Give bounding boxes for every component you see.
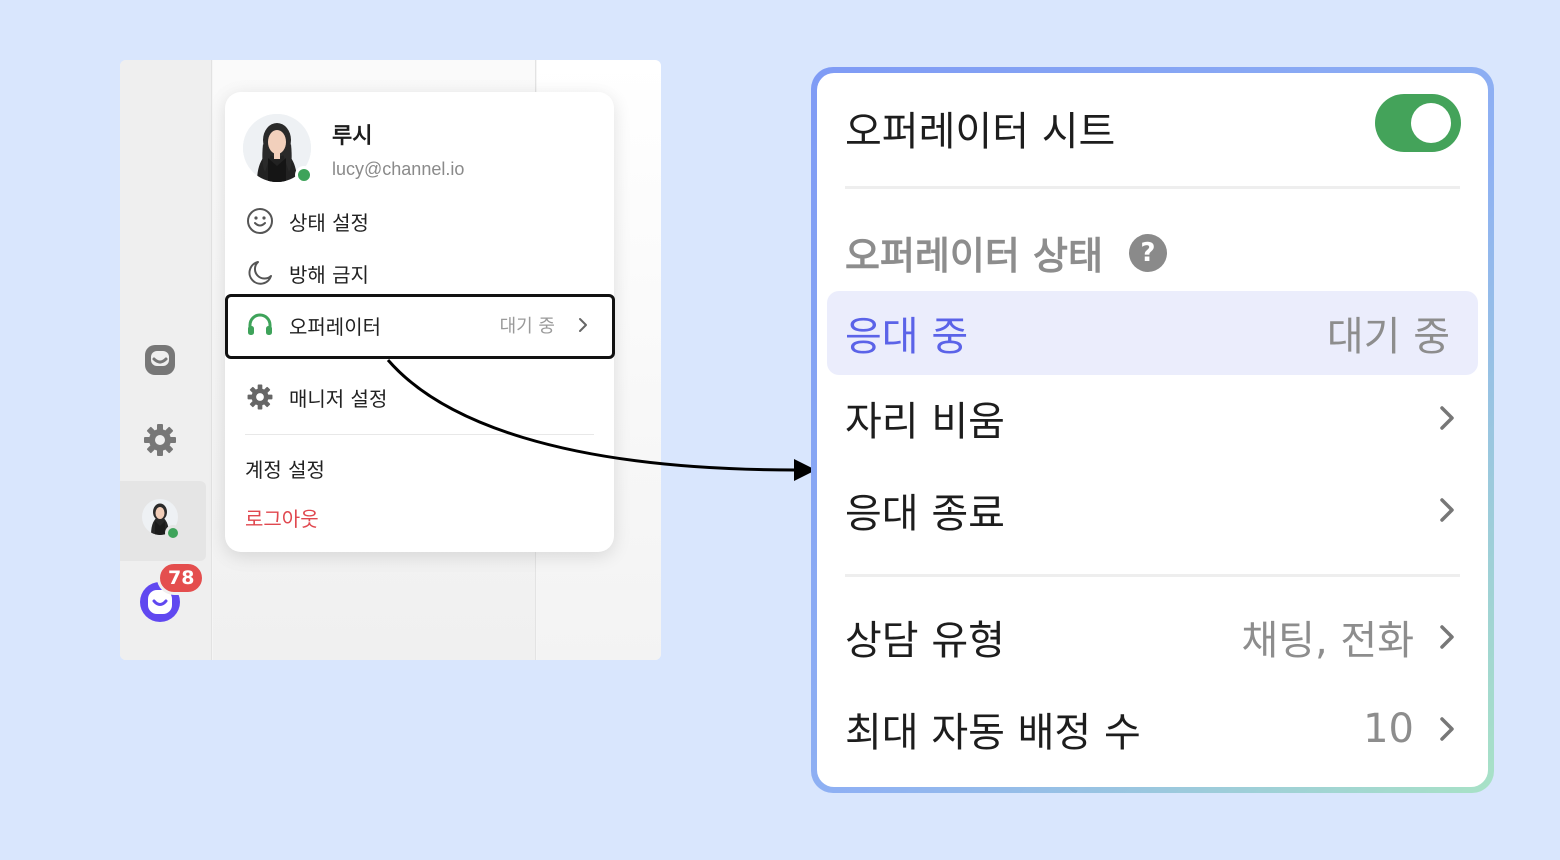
menu-item-status-setting[interactable]: 상태 설정 [245,206,369,236]
notification-badge: 78 [157,561,206,595]
consult-type-row[interactable]: 상담 유형 채팅, 전화 [845,607,1460,667]
chevron-right-icon [1434,620,1460,654]
status-option-end[interactable]: 응대 종료 [845,480,1460,540]
status-option-away[interactable]: 자리 비움 [845,388,1460,448]
status-option-active[interactable]: 응대 중 대기 중 [827,291,1478,375]
operator-status-section: 오퍼레이터 상태 ? [845,225,1167,280]
profile-email: lucy@channel.io [332,159,465,179]
online-status-dot [165,525,181,541]
profile-name: 루시 [332,124,373,149]
row-value: 10 [1363,706,1414,752]
operator-sheet-toggle[interactable] [1375,94,1461,152]
divider [245,434,594,435]
row-label: 최대 자동 배정 수 [845,710,1141,756]
chat-icon[interactable] [142,342,178,378]
gear-icon [245,382,275,412]
row-label: 상담 유형 [845,618,1005,664]
status-option-label: 응대 중 [845,314,969,360]
menu-item-label: 매니저 설정 [289,386,388,411]
divider [845,574,1460,577]
online-status-dot [295,166,313,184]
operator-sheet-panel: 오퍼레이터 시트 오퍼레이터 상태 ? 응대 중 대기 중 자리 비움 응대 종… [817,73,1488,787]
chevron-right-icon [1434,401,1460,435]
menu-item-label: 상태 설정 [289,210,369,235]
help-icon[interactable]: ? [1128,233,1167,272]
operator-sheet-zoom: 오퍼레이터 시트 오퍼레이터 상태 ? 응대 중 대기 중 자리 비움 응대 종… [811,67,1494,793]
menu-item-logout[interactable]: 로그아웃 [245,503,319,532]
divider [845,186,1460,189]
section-title: 오퍼레이터 상태 [845,234,1103,278]
toggle-knob [1411,103,1451,143]
operator-highlight-box [225,294,615,359]
status-option-label: 응대 종료 [845,491,1005,537]
moon-icon [245,258,275,288]
chevron-right-icon [1434,712,1460,746]
status-option-label: 자리 비움 [845,399,1005,445]
menu-item-do-not-disturb[interactable]: 방해 금지 [245,258,369,288]
max-auto-assign-row[interactable]: 최대 자동 배정 수 10 [845,699,1460,759]
chevron-right-icon [1434,493,1460,527]
row-value: 채팅, 전화 [1241,618,1414,664]
app-sidebar: 78 [120,60,212,660]
gear-icon[interactable] [142,422,178,458]
menu-item-manager-settings[interactable]: 매니저 설정 [245,382,387,412]
operator-sheet-title: 오퍼레이터 시트 [845,109,1116,155]
sidebar-profile-cell[interactable] [120,481,206,561]
menu-item-label: 방해 금지 [289,262,369,287]
status-option-value: 대기 중 [1326,314,1450,360]
smile-icon [245,206,275,236]
menu-item-account-settings[interactable]: 계정 설정 [245,454,325,483]
